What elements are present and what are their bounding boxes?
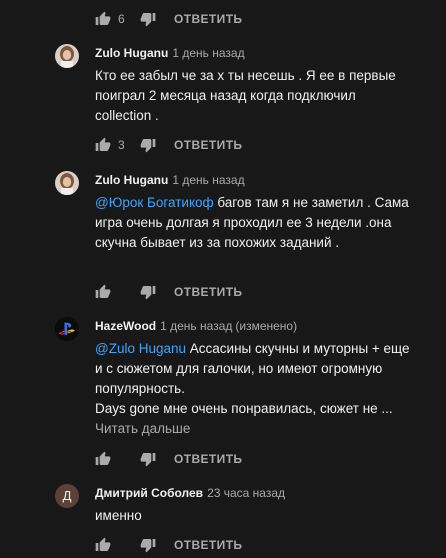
avatar-letter: Д bbox=[62, 488, 72, 503]
comment-time[interactable]: 1 день назад bbox=[172, 173, 244, 187]
comment-text-content: именно bbox=[95, 508, 142, 523]
reply-button[interactable]: ОТВЕТИТЬ bbox=[174, 452, 242, 466]
comment-text: @Юрок Богатикоф багов там я не заметил .… bbox=[95, 193, 415, 253]
comment-actions: 3 ОТВЕТИТЬ bbox=[95, 134, 242, 156]
avatar[interactable]: Д bbox=[55, 484, 79, 508]
comment-header: Дмитрий Соболев 23 часа назад bbox=[95, 486, 285, 500]
comment-actions: 6 ОТВЕТИТЬ bbox=[95, 8, 242, 30]
comment-author[interactable]: HazeWood bbox=[95, 319, 156, 333]
reply-button[interactable]: ОТВЕТИТЬ bbox=[174, 12, 242, 26]
comment-text: Кто ее забыл че за х ты несешь . Я ее в … bbox=[95, 66, 415, 126]
edited-label: (изменено) bbox=[235, 319, 298, 333]
playstation-logo-icon bbox=[55, 317, 79, 341]
comment-header: Zulo Huganu 1 день назад bbox=[95, 173, 245, 187]
like-count: 6 bbox=[118, 12, 125, 26]
thumbs-up-icon[interactable] bbox=[95, 137, 111, 153]
avatar[interactable] bbox=[55, 44, 79, 68]
thumbs-up-icon[interactable] bbox=[95, 537, 111, 553]
avatar[interactable] bbox=[55, 317, 79, 341]
mention-link[interactable]: @Zulo Huganu bbox=[95, 341, 186, 356]
read-more-link[interactable]: Читать дальше bbox=[95, 421, 190, 436]
comment-time[interactable]: 23 часа назад bbox=[207, 486, 285, 500]
comment-author[interactable]: Zulo Huganu bbox=[95, 173, 168, 187]
reply-button[interactable]: ОТВЕТИТЬ bbox=[174, 285, 242, 299]
thumbs-up-icon[interactable] bbox=[95, 11, 111, 27]
comment-time[interactable]: 1 день назад bbox=[172, 46, 244, 60]
comments-thread: 6 ОТВЕТИТЬ Zulo Huganu 1 день назад Кто е… bbox=[0, 0, 446, 558]
comment-actions: ОТВЕТИТЬ bbox=[95, 281, 242, 303]
thumbs-down-icon[interactable] bbox=[140, 537, 156, 553]
thumbs-up-icon[interactable] bbox=[95, 451, 111, 467]
avatar[interactable] bbox=[55, 171, 79, 195]
thumbs-down-icon[interactable] bbox=[140, 284, 156, 300]
thumbs-down-icon[interactable] bbox=[140, 451, 156, 467]
comment-header: Zulo Huganu 1 день назад bbox=[95, 46, 245, 60]
comment-header: HazeWood 1 день назад (изменено) bbox=[95, 319, 297, 333]
thumbs-down-icon[interactable] bbox=[140, 137, 156, 153]
thumbs-up-icon[interactable] bbox=[95, 284, 111, 300]
comment-text-content: Кто ее забыл че за х ты несешь . Я ее в … bbox=[95, 68, 396, 123]
comment-text: @Zulo Huganu Ассасины скучны и муторны +… bbox=[95, 339, 415, 419]
reply-button[interactable]: ОТВЕТИТЬ bbox=[174, 138, 242, 152]
comment-time[interactable]: 1 день назад bbox=[160, 319, 232, 333]
comment-actions: ОТВЕТИТЬ bbox=[95, 448, 242, 470]
comment-actions: ОТВЕТИТЬ bbox=[95, 534, 242, 556]
reply-button[interactable]: ОТВЕТИТЬ bbox=[174, 538, 242, 552]
comment-author[interactable]: Дмитрий Соболев bbox=[95, 486, 203, 500]
comment-text: именно bbox=[95, 506, 415, 526]
like-count: 3 bbox=[118, 138, 125, 152]
thumbs-down-icon[interactable] bbox=[140, 11, 156, 27]
comment-author[interactable]: Zulo Huganu bbox=[95, 46, 168, 60]
mention-link[interactable]: @Юрок Богатикоф bbox=[95, 195, 214, 210]
